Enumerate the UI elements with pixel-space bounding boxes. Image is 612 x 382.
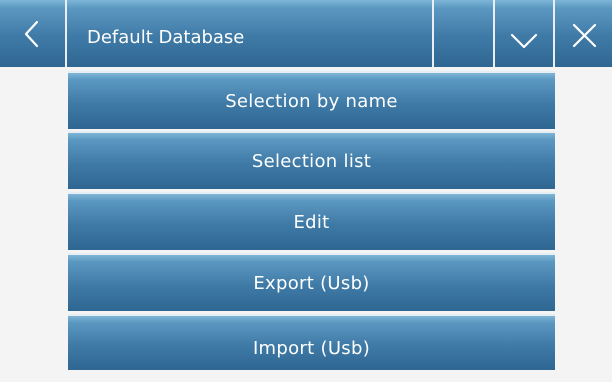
export-usb-button[interactable]: Export (Usb) — [68, 253, 555, 311]
dropdown-button[interactable] — [495, 0, 555, 67]
top-bar: Default Database — [0, 0, 612, 67]
selection-list-button[interactable]: Selection list — [68, 131, 555, 189]
selection-by-name-button[interactable]: Selection by name — [68, 71, 555, 129]
title-field[interactable]: Default Database — [67, 0, 434, 67]
blank-header-button[interactable] — [434, 0, 495, 67]
close-button[interactable] — [555, 0, 612, 67]
back-button[interactable] — [0, 0, 67, 67]
import-usb-button[interactable]: Import (Usb) — [68, 314, 555, 370]
page-title: Default Database — [87, 27, 245, 48]
edit-button[interactable]: Edit — [68, 192, 555, 250]
